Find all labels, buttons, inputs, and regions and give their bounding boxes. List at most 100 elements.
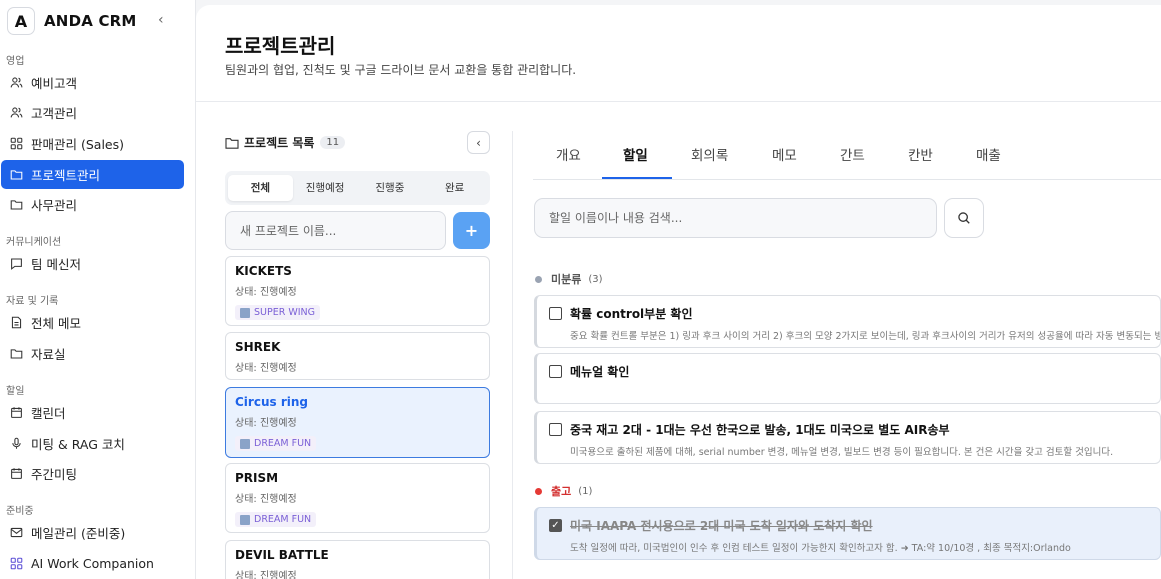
document-icon: [10, 316, 23, 329]
tab-sales[interactable]: 매출: [976, 144, 1001, 164]
tab-minutes[interactable]: 회의록: [691, 144, 728, 164]
brand[interactable]: A ANDA CRM: [7, 7, 137, 35]
todo-description: 미국용으로 출하된 제품에 대해, serial number 변경, 메뉴얼 …: [570, 447, 1114, 458]
tab-todo[interactable]: 할일: [623, 144, 648, 164]
sidebar-item-label: AI Work Companion: [31, 556, 154, 571]
calendar-icon: [10, 467, 23, 480]
todo-search-input[interactable]: [534, 198, 937, 238]
folder-icon: [10, 347, 23, 360]
project-status: 상태: 진행예정: [235, 571, 297, 579]
project-name: KICKETS: [235, 264, 292, 278]
project-list-header: 프로젝트 목록 11: [225, 134, 346, 151]
tab-memo[interactable]: 메모: [772, 144, 797, 164]
sidebar-item-label: 자료실: [31, 347, 66, 362]
nav-section-label: 할일: [6, 386, 25, 397]
todo-item[interactable]: 확률 control부분 확인 중요 확률 컨트롤 부분은 1) 링과 후크 사…: [534, 295, 1161, 348]
todo-group-header-shipping[interactable]: 출고 (1): [535, 483, 592, 499]
project-status: 상태: 진행예정: [235, 363, 297, 374]
filter-tab-all[interactable]: 전체: [228, 175, 293, 201]
project-card-circus-ring[interactable]: Circus ring 상태: 진행예정 DREAM FUN: [225, 387, 490, 458]
filter-tab-planned[interactable]: 진행예정: [293, 175, 358, 201]
chevron-left-icon: ‹: [476, 135, 481, 150]
sidebar-item-label: 전체 메모: [31, 316, 81, 331]
sidebar-item-memos[interactable]: 전체 메모: [1, 308, 184, 337]
sidebar-item-projects[interactable]: 프로젝트관리: [1, 160, 184, 189]
sidebar-item-customers[interactable]: 고객관리: [1, 98, 184, 127]
project-client-name: DREAM FUN: [254, 438, 312, 449]
todo-title: 중국 재고 2대 - 1대는 우선 한국으로 발송, 1대도 미국으로 별도 A…: [570, 423, 950, 437]
header-divider: [196, 101, 1161, 102]
sidebar-item-weekly-meeting[interactable]: 주간미팅: [1, 459, 184, 488]
group-count: (3): [588, 273, 603, 285]
folder-icon: [10, 168, 23, 181]
building-icon: [240, 514, 250, 525]
todo-checkbox[interactable]: [549, 423, 562, 436]
filter-tab-in-progress[interactable]: 진행중: [358, 175, 423, 201]
project-list-collapse-button[interactable]: ‹: [467, 131, 490, 154]
page-title: 프로젝트관리: [225, 34, 336, 58]
group-name: 출고: [551, 485, 572, 498]
sidebar-item-office[interactable]: 사무관리: [1, 190, 184, 219]
sidebar-collapse-button[interactable]: ‹: [158, 12, 164, 28]
nav-section-label: 커뮤니케이션: [6, 237, 62, 248]
sidebar-item-label: 예비고객: [31, 76, 78, 91]
sidebar-item-label: 프로젝트관리: [31, 168, 101, 183]
sidebar-item-ai-companion[interactable]: AI Work Companion: [1, 549, 184, 578]
sidebar-item-prospects[interactable]: 예비고객: [1, 68, 184, 97]
nav-section-label: 자료 및 기록: [6, 296, 59, 307]
building-icon: [240, 307, 250, 318]
sidebar-item-label: 미팅 & RAG 코치: [31, 437, 125, 452]
sidebar-item-sales[interactable]: 판매관리 (Sales): [1, 129, 184, 158]
group-count: (1): [578, 485, 593, 497]
filter-tab-done[interactable]: 완료: [422, 175, 487, 201]
active-tab-indicator: [602, 177, 672, 179]
mail-icon: [10, 526, 23, 539]
todo-item[interactable]: 중국 재고 2대 - 1대는 우선 한국으로 발송, 1대도 미국으로 별도 A…: [534, 411, 1161, 464]
sidebar-item-mail[interactable]: 메일관리 (준비중): [1, 518, 184, 547]
panel-divider: [512, 131, 513, 579]
todo-checkbox[interactable]: [549, 365, 562, 378]
sidebar-item-meeting-coach[interactable]: 미팅 & RAG 코치: [1, 429, 184, 458]
nav-section-label: 준비중: [6, 506, 34, 517]
brand-name: ANDA CRM: [44, 12, 137, 30]
sidebar-item-label: 캘린더: [31, 406, 66, 421]
tab-gantt[interactable]: 간트: [840, 144, 865, 164]
search-icon: [958, 212, 970, 224]
sidebar-item-label: 사무관리: [31, 198, 78, 213]
sidebar-item-label: 판매관리 (Sales): [31, 137, 124, 152]
folder-icon: [10, 198, 23, 211]
page-subtitle: 팀원과의 협업, 진척도 및 구글 드라이브 문서 교환을 통합 관리합니다.: [225, 63, 577, 77]
tab-kanban[interactable]: 칸반: [908, 144, 933, 164]
sidebar-item-messenger[interactable]: 팀 메신저: [1, 249, 184, 278]
todo-search-button[interactable]: [944, 198, 984, 238]
add-project-button[interactable]: +: [453, 212, 490, 249]
project-name: DEVIL BATTLE: [235, 548, 329, 562]
detail-tabs: 개요 할일 회의록 메모 간트 칸반 매출: [533, 136, 1161, 180]
sidebar-item-archive[interactable]: 자료실: [1, 339, 184, 368]
brand-logo: A: [7, 7, 35, 35]
project-client-tag: DREAM FUN: [235, 512, 317, 527]
todo-item-completed[interactable]: ✓ 미국 IAAPA 전시용으로 2대 미국 도착 일자와 도착지 확인 도착 …: [534, 507, 1161, 560]
project-card-kickets[interactable]: KICKETS 상태: 진행예정 SUPER WING: [225, 256, 490, 326]
todo-group-header-uncategorized[interactable]: 미분류 (3): [535, 271, 603, 287]
project-status: 상태: 진행예정: [235, 418, 297, 429]
calendar-icon: [10, 406, 23, 419]
todo-checkbox-checked[interactable]: ✓: [549, 519, 562, 532]
grid-icon: [10, 557, 23, 570]
todo-item[interactable]: 메뉴얼 확인: [534, 353, 1161, 404]
project-status: 상태: 진행예정: [235, 494, 297, 505]
new-project-input[interactable]: [225, 211, 446, 250]
todo-description: 도착 일정에 따라, 미국법인이 인수 후 인컴 테스트 일정이 가능한지 확인…: [570, 543, 1071, 554]
project-filter-tabs: 전체 진행예정 진행중 완료: [225, 171, 490, 205]
project-card-prism[interactable]: PRISM 상태: 진행예정 DREAM FUN: [225, 463, 490, 533]
project-name: PRISM: [235, 471, 279, 485]
sidebar-item-calendar[interactable]: 캘린더: [1, 398, 184, 427]
project-card-devil-battle[interactable]: DEVIL BATTLE 상태: 진행예정: [225, 540, 490, 579]
sidebar: A ANDA CRM ‹ 영업 예비고객 고객관리 판매관리 (Sales) 프…: [0, 0, 196, 579]
todo-checkbox[interactable]: [549, 307, 562, 320]
project-client-tag: DREAM FUN: [235, 436, 317, 451]
project-card-shrek[interactable]: SHREK 상태: 진행예정: [225, 332, 490, 380]
tab-overview[interactable]: 개요: [556, 144, 581, 164]
group-color-dot: [535, 275, 542, 283]
todo-title: 확률 control부분 확인: [570, 307, 693, 321]
